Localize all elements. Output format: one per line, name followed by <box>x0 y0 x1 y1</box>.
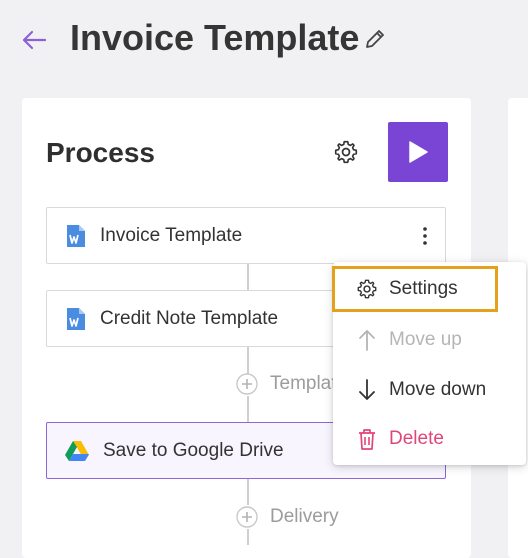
arrow-up-icon <box>355 328 379 352</box>
connector-line <box>247 479 249 505</box>
step-context-menu: Settings Move up Move down Delete <box>333 262 526 465</box>
trash-icon <box>355 427 379 451</box>
connector-line <box>247 396 249 422</box>
step-label: Invoice Template <box>100 224 243 246</box>
arrow-down-icon <box>355 378 379 402</box>
menu-item-label: Delete <box>389 428 444 449</box>
menu-item-delete[interactable]: Delete <box>333 416 526 462</box>
menu-item-move-down[interactable]: Move down <box>333 367 526 413</box>
page-title: Invoice Template <box>70 17 360 58</box>
pencil-icon <box>366 30 384 48</box>
add-delivery-label: Delivery <box>270 506 339 527</box>
add-delivery-button[interactable]: Delivery <box>236 506 339 528</box>
process-settings-button[interactable] <box>329 135 363 169</box>
google-drive-icon <box>65 440 89 461</box>
run-process-button[interactable] <box>388 122 448 182</box>
process-title: Process <box>46 137 155 168</box>
connector-line <box>247 347 249 374</box>
word-doc-icon <box>67 224 85 247</box>
arrow-left-icon <box>22 30 47 50</box>
menu-item-label: Move down <box>389 379 487 400</box>
step-invoice-template[interactable]: Invoice Template <box>46 207 446 264</box>
step-menu-button[interactable] <box>413 222 437 250</box>
menu-item-move-up[interactable]: Move up <box>333 317 526 363</box>
step-label: Credit Note Template <box>100 307 279 329</box>
gear-icon <box>334 140 358 164</box>
play-icon <box>409 141 428 163</box>
edit-title-button[interactable] <box>359 23 391 55</box>
plus-circle-icon <box>236 506 258 528</box>
gear-icon <box>355 277 379 301</box>
plus-circle-icon <box>236 373 258 395</box>
menu-item-label: Settings <box>389 278 458 299</box>
more-vertical-icon <box>423 227 427 245</box>
menu-item-settings[interactable]: Settings <box>333 266 526 312</box>
word-doc-icon <box>67 307 85 330</box>
add-template-button[interactable]: Template <box>236 373 347 395</box>
back-button[interactable] <box>18 24 50 56</box>
menu-item-label: Move up <box>389 329 462 350</box>
connector-line <box>247 264 249 290</box>
connector-line <box>247 529 249 545</box>
step-label: Save to Google Drive <box>103 439 284 461</box>
